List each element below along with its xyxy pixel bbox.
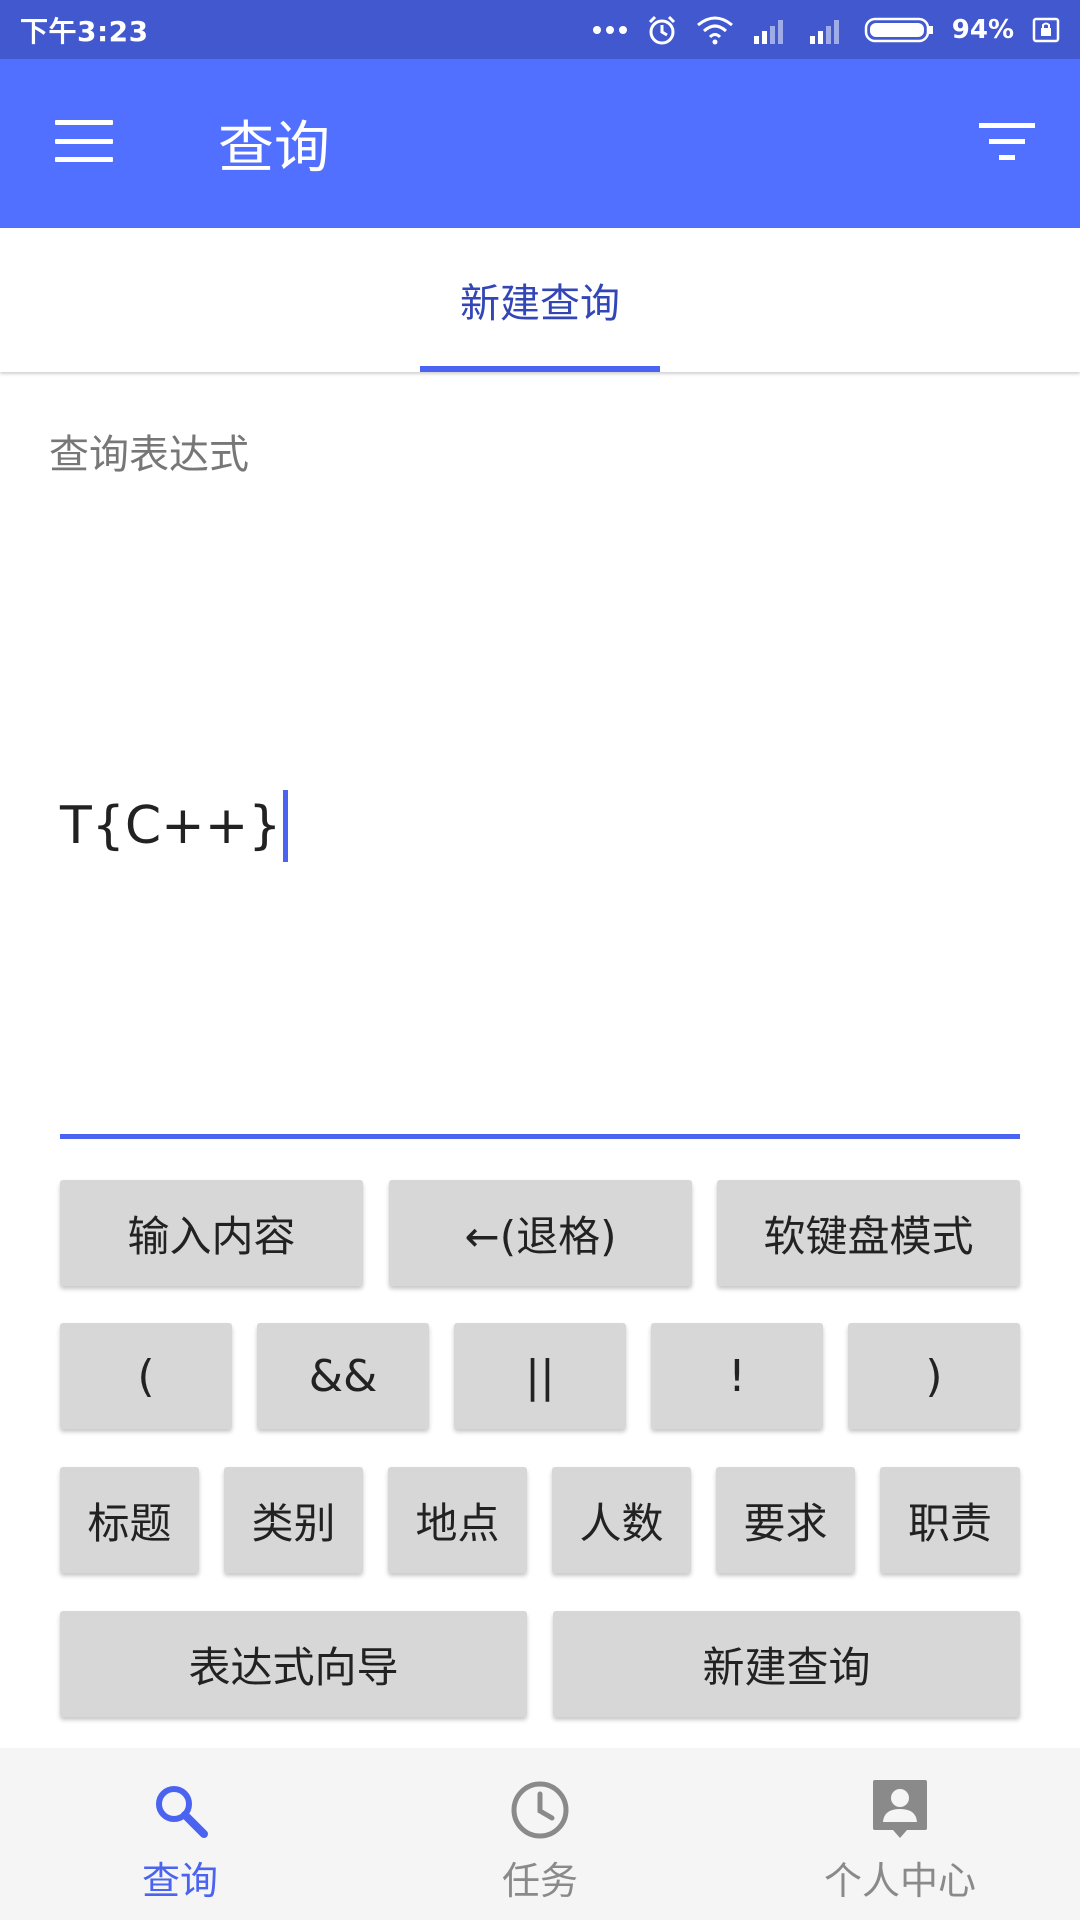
and-button[interactable]: && [257,1323,429,1429]
menu-icon[interactable] [55,120,113,162]
filter-icon[interactable] [979,121,1035,163]
requirements-field-button[interactable]: 要求 [716,1467,855,1573]
tab-bar: 新建查询 [0,228,1080,372]
profile-icon [873,1780,927,1838]
bottom-navigation: 查询 任务 个人中心 [0,1748,1080,1920]
app-bar: 查询 [0,59,1080,228]
input-underline [60,1134,1020,1139]
input-content-button[interactable]: 输入内容 [60,1180,363,1286]
more-dots-icon [592,25,627,34]
close-paren-button[interactable]: ) [848,1323,1020,1429]
query-expression-input[interactable]: T{C++} [60,790,289,862]
nav-item-profile[interactable]: 个人中心 [800,1748,1000,1920]
location-field-button[interactable]: 地点 [388,1467,527,1573]
search-icon [156,1786,208,1838]
status-icons: 94% [592,14,1060,46]
text-cursor [283,790,289,862]
query-expression-value: T{C++} [60,796,282,856]
clock-icon [511,1781,569,1839]
battery-icon [864,17,933,42]
tab-new-query[interactable]: 新建查询 [420,228,660,372]
new-query-button[interactable]: 新建查询 [553,1611,1020,1717]
expression-wizard-button[interactable]: 表达式向导 [60,1611,527,1717]
tab-indicator [420,366,660,372]
query-expression-label: 查询表达式 [49,432,249,478]
alarm-icon [648,15,675,44]
nav-label-profile: 个人中心 [823,1859,976,1903]
screen-rotation-lock-icon [1032,17,1060,42]
category-field-button[interactable]: 类别 [224,1467,363,1573]
status-bar: 下午3:23 94% [0,0,1080,59]
status-time: 下午3:23 [20,14,149,48]
wifi-icon [696,16,733,44]
or-button[interactable]: || [454,1323,626,1429]
page-title: 查询 [218,116,330,181]
signal-icon [753,19,783,44]
battery-percentage: 94% [951,14,1014,45]
soft-keyboard-mode-button[interactable]: 软键盘模式 [717,1180,1020,1286]
duties-field-button[interactable]: 职责 [880,1467,1020,1573]
nav-item-query[interactable]: 查询 [80,1748,280,1920]
headcount-field-button[interactable]: 人数 [552,1467,691,1573]
signal-icon-2 [809,19,839,44]
not-button[interactable]: ! [651,1323,823,1429]
title-field-button[interactable]: 标题 [60,1467,199,1573]
open-paren-button[interactable]: ( [60,1323,232,1429]
nav-label-tasks: 任务 [501,1859,578,1903]
nav-label-query: 查询 [141,1859,218,1903]
backspace-button[interactable]: ←(退格) [389,1180,692,1286]
nav-item-tasks[interactable]: 任务 [440,1748,640,1920]
